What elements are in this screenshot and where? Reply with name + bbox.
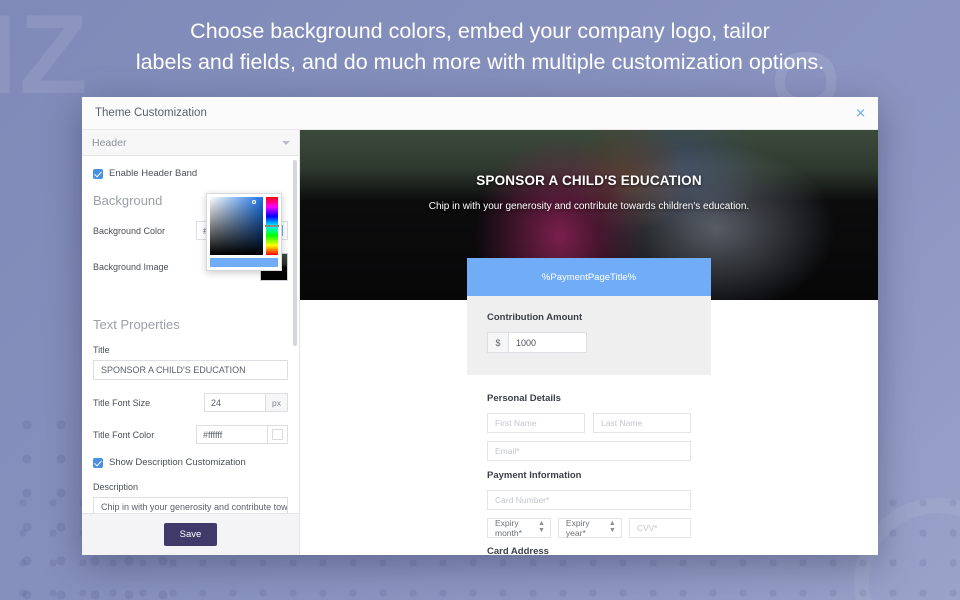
payment-information-heading: Payment Information — [487, 470, 582, 481]
hue-slider-handle[interactable] — [265, 225, 280, 227]
title-font-color-row: Title Font Color #ffffff — [93, 425, 288, 444]
save-button[interactable]: Save — [163, 523, 218, 546]
enable-header-band-label: Enable Header Band — [109, 168, 198, 179]
title-input[interactable]: SPONSOR A CHILD'S EDUCATION — [93, 360, 288, 380]
modal-body: Header Enable Header Band Background Bac… — [82, 130, 878, 555]
cvv-input[interactable]: CVV* — [628, 518, 692, 538]
contribution-amount-section: Contribution Amount $ 1000 — [467, 296, 711, 375]
contribution-amount-row: $ 1000 — [487, 332, 691, 353]
personal-details-heading: Personal Details — [487, 393, 561, 404]
title-font-size-unit: px — [266, 393, 288, 412]
customization-footer: Save — [82, 513, 299, 555]
page-background: IZ CHECKOUT Choose background colors, em… — [0, 0, 960, 600]
payment-page-title-band: %PaymentPageTitle% — [467, 258, 711, 296]
contribution-amount-heading: Contribution Amount — [487, 312, 583, 323]
payment-form: Contribution Amount $ 1000 Personal Deta… — [467, 296, 711, 555]
description-input[interactable]: Chip in with your generosity and contrib… — [93, 497, 288, 513]
background-color-label: Background Color — [93, 225, 166, 236]
expiry-year-select[interactable]: Expiry year* ▲ ▼ — [557, 518, 622, 538]
color-picker-preview — [210, 258, 278, 267]
hero-title: SPONSOR A CHILD'S EDUCATION — [476, 173, 702, 188]
name-row: First Name Last Name — [487, 413, 691, 441]
headline-line-1: Choose background colors, embed your com… — [190, 19, 770, 43]
title-font-color-input[interactable]: #ffffff — [196, 425, 268, 444]
title-font-color-label: Title Font Color — [93, 429, 155, 440]
last-name-input[interactable]: Last Name — [593, 413, 691, 433]
title-font-color-swatch — [272, 429, 283, 440]
modal-title: Theme Customization — [95, 107, 207, 119]
stepper-icon: ▲ ▼ — [537, 520, 545, 534]
expiry-month-select[interactable]: Expiry month* ▲ ▼ — [487, 518, 551, 538]
scrollbar-thumb[interactable] — [293, 160, 297, 346]
title-label: Title — [93, 345, 110, 355]
hero-description: Chip in with your generosity and contrib… — [428, 201, 750, 212]
description-label: Description — [93, 482, 139, 492]
expiry-row: Expiry month* ▲ ▼ Expiry year* ▲ ▼ CVV* — [487, 518, 692, 546]
theme-preview: SPONSOR A CHILD'S EDUCATION Chip in with… — [300, 130, 878, 555]
modal-header: Theme Customization ✕ — [82, 97, 878, 130]
customization-scroll-area: Enable Header Band Background Background… — [82, 156, 299, 513]
headline-line-2: labels and fields, and do much more with… — [135, 50, 825, 74]
expiry-year-value: Expiry year* — [565, 518, 590, 538]
contribution-amount-input[interactable]: 1000 — [509, 332, 587, 353]
checkbox-checked-icon[interactable] — [93, 457, 103, 468]
title-font-color-swatch-button[interactable] — [268, 425, 288, 444]
page-headline: Choose background colors, embed your com… — [0, 16, 960, 78]
card-number-input[interactable]: Card Number* — [487, 490, 691, 510]
color-picker-row — [210, 197, 280, 255]
stepper-icon: ▲ ▼ — [608, 520, 616, 534]
title-font-size-label: Title Font Size — [93, 397, 151, 408]
show-description-label: Show Description Customization — [109, 457, 246, 468]
details-section: Personal Details First Name Last Name Em… — [467, 375, 711, 555]
title-font-size-input[interactable]: 24 — [204, 393, 266, 412]
section-select-value: Header — [92, 136, 127, 149]
close-icon[interactable]: ✕ — [855, 107, 866, 120]
saturation-cursor-icon — [252, 200, 256, 204]
first-name-input[interactable]: First Name — [487, 413, 585, 433]
saturation-value-area[interactable] — [210, 197, 264, 255]
theme-customization-modal: Theme Customization ✕ Header Enable Head… — [82, 97, 878, 555]
text-properties-heading: Text Properties — [93, 317, 180, 332]
chevron-down-icon — [282, 140, 290, 145]
expiry-month-value: Expiry month* — [495, 518, 522, 538]
email-input[interactable]: Email* — [487, 441, 691, 461]
color-picker-popup[interactable] — [206, 193, 282, 271]
currency-symbol: $ — [487, 332, 509, 353]
payment-card: %PaymentPageTitle% Contribution Amount $… — [467, 258, 711, 555]
title-font-size-row: Title Font Size 24 px — [93, 393, 288, 412]
hue-slider[interactable] — [265, 197, 280, 255]
show-description-row[interactable]: Show Description Customization — [93, 457, 288, 468]
card-address-heading: Card Address — [487, 546, 549, 555]
section-select[interactable]: Header — [82, 130, 299, 156]
customization-panel: Header Enable Header Band Background Bac… — [82, 130, 300, 555]
enable-header-band-row[interactable]: Enable Header Band — [93, 168, 288, 179]
checkbox-checked-icon[interactable] — [93, 168, 103, 179]
